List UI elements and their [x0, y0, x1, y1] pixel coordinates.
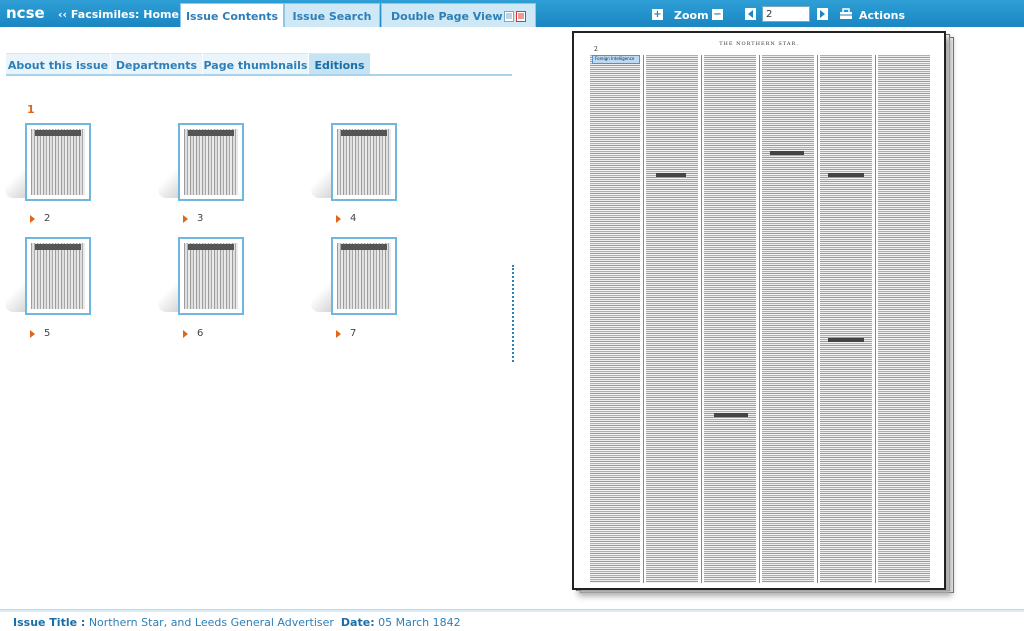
zoom-out-icon[interactable]: − [712, 9, 723, 20]
thumbnail-text [31, 243, 85, 309]
page-thumbnail-6[interactable] [158, 234, 248, 324]
actions-icon[interactable] [839, 8, 853, 20]
newspaper-column [590, 55, 640, 583]
thumbnail-page [178, 123, 244, 201]
column-rule [875, 55, 876, 583]
next-page-icon[interactable] [817, 8, 828, 20]
issue-title-value: Northern Star, and Leeds General Adverti… [88, 616, 334, 629]
thumbnail-text [184, 243, 238, 309]
subtab-departments[interactable]: Departments [111, 53, 202, 75]
issue-date-value: 05 March 1842 [378, 616, 461, 629]
thumbnail-page [178, 237, 244, 315]
page-arrow-icon [183, 330, 188, 338]
thumbnail-masthead [188, 244, 234, 250]
tab-issue-search[interactable]: Issue Search [284, 3, 380, 27]
page-arrow-icon [30, 215, 35, 223]
edition-number[interactable]: 1 [27, 103, 35, 116]
zoom-label: Zoom [674, 9, 709, 22]
subtab-divider [6, 74, 512, 76]
double-page-icon [504, 11, 526, 22]
newspaper-column [820, 55, 872, 583]
newspaper-column [878, 55, 930, 583]
article-heading [714, 413, 748, 417]
newspaper-page-view[interactable]: 2 THE NORTHERN STAR. Foreign Intelligenc… [572, 31, 946, 590]
page-arrow-icon [30, 330, 35, 338]
issue-date-label: Date: [340, 616, 375, 629]
page-label-6[interactable]: 6 [197, 328, 203, 339]
panel-splitter[interactable] [512, 265, 514, 362]
page-thumbnail-4[interactable] [311, 120, 401, 210]
tab-double-page-view[interactable]: Double Page View [381, 3, 536, 27]
page-label-5[interactable]: 5 [44, 328, 50, 339]
page-label-7[interactable]: 7 [350, 328, 356, 339]
newspaper-masthead: THE NORTHERN STAR. [719, 41, 799, 47]
page-thumbnail-2[interactable] [5, 120, 95, 210]
column-rule [701, 55, 702, 583]
column-rule [817, 55, 818, 583]
thumbnail-masthead [188, 130, 234, 136]
page-thumbnail-5[interactable] [5, 234, 95, 324]
article-heading [770, 151, 804, 155]
thumbnail-masthead [341, 130, 387, 136]
ncse-logo[interactable]: ncse [6, 4, 45, 22]
page-label-3[interactable]: 3 [197, 213, 203, 224]
thumbnail-masthead [35, 130, 81, 136]
page-arrow-icon [183, 215, 188, 223]
page-arrow-icon [336, 330, 341, 338]
thumbnail-masthead [35, 244, 81, 250]
issue-title-label: Issue Title : [13, 616, 86, 629]
column-rule [643, 55, 644, 583]
actions-menu[interactable]: Actions [859, 9, 905, 22]
article-heading [828, 338, 864, 342]
zoom-in-icon[interactable]: + [652, 9, 663, 20]
subtab-about-this-issue[interactable]: About this issue [6, 53, 110, 75]
thumbnail-text [337, 129, 391, 195]
newspaper-column [646, 55, 698, 583]
thumbnail-page [25, 237, 91, 315]
tab-double-page-view-label: Double Page View [391, 10, 503, 23]
article-highlight[interactable]: Foreign Intelligence [592, 55, 640, 64]
thumbnail-masthead [341, 244, 387, 250]
page-label-2[interactable]: 2 [44, 213, 50, 224]
thumbnail-page [331, 123, 397, 201]
page-arrow-icon [336, 215, 341, 223]
thumbnail-text [337, 243, 391, 309]
column-rule [759, 55, 760, 583]
issue-footer: Issue Title : Northern Star, and Leeds G… [13, 616, 461, 629]
subtab-editions[interactable]: Editions [309, 53, 370, 75]
facsimiles-home-link[interactable]: ‹‹ Facsimiles: Home [58, 8, 179, 21]
thumbnail-page [331, 237, 397, 315]
top-toolbar: ncse ‹‹ Facsimiles: Home Issue Contents … [0, 0, 1024, 27]
tab-issue-contents[interactable]: Issue Contents [180, 3, 284, 27]
newspaper-column [762, 55, 814, 583]
article-heading [656, 173, 686, 177]
thumbnail-page [25, 123, 91, 201]
subtab-page-thumbnails[interactable]: Page thumbnails [203, 53, 308, 75]
thumbnail-text [184, 129, 238, 195]
thumbnail-text [31, 129, 85, 195]
page-thumbnail-7[interactable] [311, 234, 401, 324]
article-heading [828, 173, 864, 177]
page-label-4[interactable]: 4 [350, 213, 356, 224]
page-number-input[interactable] [762, 6, 810, 22]
footer-divider [0, 609, 1024, 612]
newspaper-page-number: 2 [594, 46, 598, 53]
previous-page-icon[interactable] [745, 8, 756, 20]
newspaper-column [704, 55, 756, 583]
page-thumbnail-3[interactable] [158, 120, 248, 210]
